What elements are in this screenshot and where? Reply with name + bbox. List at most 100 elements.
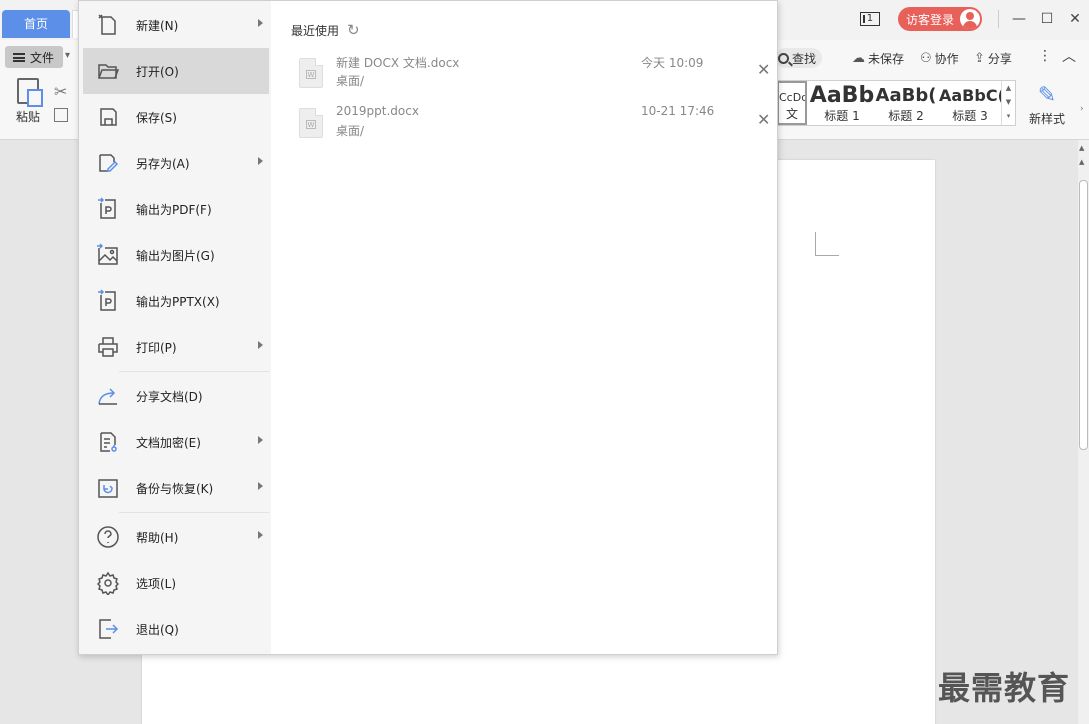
menu-item-export-pptx[interactable]: 输出为PPTX(X) [83,278,269,324]
cloud-icon: ☁ [852,50,865,66]
more-icon[interactable]: ⋮ [1038,48,1052,64]
menu-item-exit[interactable]: 退出(Q) [83,606,269,652]
file-menu-list: 新建(N) 打开(O) 保存(S) 另存为(A) 输出为PDF(F) 输出为图片… [79,1,271,654]
menu-item-label: 新建(N) [136,18,179,33]
page-indicator[interactable]: 1 [859,12,880,26]
vertical-scrollbar[interactable]: ▲ ▲ [1078,140,1089,724]
collaborate-button[interactable]: ⚇ 协作 [920,48,959,68]
style-gallery-scroll[interactable]: ▲ ▼ ▾ [1001,81,1015,125]
menu-item-label: 退出(Q) [136,622,179,637]
menu-item-label: 打印(P) [136,340,177,355]
avatar-icon [960,9,980,29]
recent-title: 最近使用 [291,23,340,38]
style-body[interactable]: CcDd 文 [777,81,807,125]
tab-home[interactable]: 首页 [2,10,70,38]
minimize-button[interactable]: — [1005,6,1033,32]
hamburger-icon [13,52,25,62]
unsaved-label: 未保存 [868,51,905,66]
recent-file-time: 10-21 17:46 [641,104,715,118]
menu-item-export-pdf[interactable]: 输出为PDF(F) [83,186,269,232]
style-heading-3[interactable]: AaBbC( 标题 3 [939,81,1001,125]
maximize-button[interactable]: ☐ [1033,6,1061,32]
watermark: 最需教育 [938,669,1071,707]
unsaved-button[interactable]: ☁ 未保存 [852,48,904,68]
recent-file-name: 2019ppt.docx [336,104,419,118]
new-style-button[interactable]: ✎ 新样式 [1024,82,1070,127]
paste-button[interactable]: 粘贴 [8,78,48,125]
menu-item-help[interactable]: 帮助(H) [83,514,269,560]
save-as-icon [96,151,120,175]
menu-item-label: 备份与恢复(K) [136,481,214,496]
chevron-right-icon [258,531,263,539]
chevron-right-icon[interactable]: › [1080,104,1084,114]
menu-item-options[interactable]: 选项(L) [83,560,269,606]
recent-file-row[interactable]: W 2019ppt.docx 桌面/ 10-21 17:46 ✕ [291,104,771,152]
folder-open-icon [96,59,120,83]
chevron-down-icon[interactable]: ▾ [65,50,70,61]
recent-file-row[interactable]: W 新建 DOCX 文档.docx 桌面/ 今天 10:09 ✕ [291,54,771,102]
style-gallery: CcDd 文 AaBb 标题 1 AaBb( 标题 2 AaBbC( 标题 3 … [776,80,1016,126]
style-sample: CcDd [779,91,807,104]
remove-recent-icon[interactable]: ✕ [757,110,770,129]
export-pdf-icon [96,197,120,221]
find-label: 查找 [792,51,817,66]
style-heading-2[interactable]: AaBb( 标题 2 [875,81,937,125]
menu-item-export-image[interactable]: 输出为图片(G) [83,232,269,278]
chevron-right-icon [258,482,263,490]
backup-icon [96,476,120,500]
share-button[interactable]: ⇪ 分享 [974,48,1012,68]
help-icon [96,525,120,549]
menu-item-label: 文档加密(E) [136,435,201,450]
menu-item-label: 分享文档(D) [136,389,203,404]
share-icon [96,384,120,408]
menu-item-label: 输出为PPTX(X) [136,294,220,309]
menu-item-backup[interactable]: 备份与恢复(K) [83,465,269,511]
menu-item-save[interactable]: 保存(S) [83,94,269,140]
file-menu-button[interactable]: 文件 [5,46,63,68]
menu-item-label: 输出为图片(G) [136,248,215,263]
chevron-right-icon [258,341,263,349]
remove-recent-icon[interactable]: ✕ [757,60,770,79]
guest-login-button[interactable]: 访客登录 [897,7,982,31]
search-icon [778,52,789,64]
scissors-icon[interactable]: ✂ [54,82,67,101]
clipboard-icon [17,78,43,107]
refresh-icon[interactable]: ↻ [347,21,360,39]
style-heading-1[interactable]: AaBb 标题 1 [809,81,875,125]
menu-item-new[interactable]: 新建(N) [83,2,269,48]
word-doc-icon: W [299,58,323,88]
scroll-up-icon[interactable]: ▲ [1079,144,1084,152]
close-button[interactable]: ✕ [1061,6,1089,32]
new-doc-icon [96,13,120,37]
menu-item-save-as[interactable]: 另存为(A) [83,140,269,186]
menu-item-open[interactable]: 打开(O) [83,48,269,94]
copy-icon[interactable] [54,108,68,122]
recent-header: 最近使用 ↻ [291,21,360,39]
menu-item-share[interactable]: 分享文档(D) [83,373,269,419]
user-plus-icon: ⚇ [920,50,932,66]
encrypt-icon [96,430,120,454]
menu-item-encrypt[interactable]: 文档加密(E) [83,419,269,465]
menu-item-label: 保存(S) [136,110,177,125]
window-controls: 1 访客登录 — ☐ ✕ [859,6,1089,32]
menu-item-label: 帮助(H) [136,530,179,545]
menu-item-print[interactable]: 打印(P) [83,324,269,370]
guest-login-label: 访客登录 [905,12,954,27]
collaborate-label: 协作 [934,51,959,66]
style-name: 标题 3 [952,109,988,123]
recent-file-path: 桌面/ [336,124,365,138]
style-name: 标题 1 [824,109,860,123]
margin-corner-mark [815,232,839,256]
scroll-up-icon[interactable]: ▲ [1079,158,1084,166]
file-menu-panel: 新建(N) 打开(O) 保存(S) 另存为(A) 输出为PDF(F) 输出为图片… [78,0,778,655]
collapse-ribbon-icon[interactable]: ︿ [1062,46,1076,66]
export-image-icon [96,243,120,267]
menu-item-label: 另存为(A) [136,156,190,171]
gear-icon [96,571,120,597]
scrollbar-thumb[interactable] [1079,180,1088,450]
print-icon [96,335,120,359]
chevron-right-icon [258,19,263,27]
chevron-right-icon [258,436,263,444]
find-button[interactable]: 查找 [776,48,823,68]
save-icon [96,105,120,129]
